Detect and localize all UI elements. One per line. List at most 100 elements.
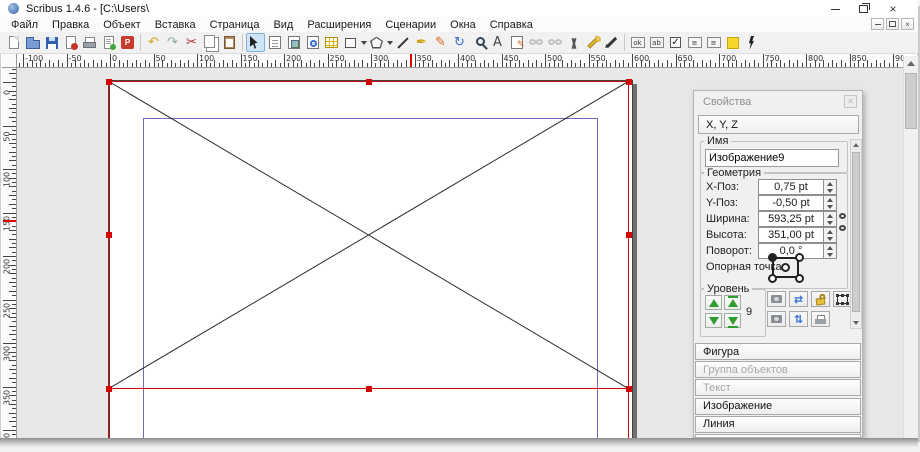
panel-scrollbar-thumb[interactable] bbox=[852, 152, 860, 312]
restore-button[interactable] bbox=[852, 2, 874, 16]
object-name-input[interactable] bbox=[705, 149, 839, 167]
child-minimize-button[interactable] bbox=[871, 18, 884, 30]
menu-item-2[interactable]: Объект bbox=[96, 19, 147, 31]
menu-item-4[interactable]: Страница bbox=[203, 19, 267, 31]
story-editor-button[interactable] bbox=[507, 33, 526, 52]
lower-level-button[interactable] bbox=[705, 313, 722, 328]
panel-scroll-up-icon[interactable] bbox=[851, 140, 861, 150]
tab-xyz[interactable]: X, Y, Z bbox=[698, 115, 859, 134]
menu-item-7[interactable]: Сценарии bbox=[378, 19, 443, 31]
child-restore-button[interactable] bbox=[886, 18, 899, 30]
link-text-frames-button[interactable] bbox=[526, 33, 545, 52]
selection-handle[interactable] bbox=[626, 232, 632, 238]
spin-up-icon[interactable] bbox=[827, 246, 833, 250]
insert-table-button[interactable] bbox=[322, 33, 341, 52]
lower-to-bottom-button[interactable] bbox=[724, 313, 741, 328]
insert-text-frame-button[interactable] bbox=[265, 33, 284, 52]
basepoint-top-right[interactable] bbox=[795, 253, 804, 262]
spin-up-icon[interactable] bbox=[827, 198, 833, 202]
pdf-text-field-button[interactable]: ab bbox=[647, 33, 666, 52]
unlink-text-frames-button[interactable] bbox=[545, 33, 564, 52]
redo-button[interactable]: ↷ bbox=[163, 33, 182, 52]
paste-button[interactable] bbox=[220, 33, 239, 52]
spin-down-icon[interactable] bbox=[827, 253, 833, 257]
menu-item-9[interactable]: Справка bbox=[483, 19, 540, 31]
pdf-list-box-button[interactable]: ≡ bbox=[704, 33, 723, 52]
save-document-button[interactable] bbox=[42, 33, 61, 52]
minimize-button[interactable] bbox=[824, 2, 846, 16]
flip-vertical-button[interactable]: ⇅ bbox=[789, 311, 808, 327]
menu-item-3[interactable]: Вставка bbox=[148, 19, 203, 31]
spin-down-icon[interactable] bbox=[827, 221, 833, 225]
panel-scrollbar[interactable] bbox=[850, 139, 862, 329]
open-document-button[interactable] bbox=[23, 33, 42, 52]
pdf-link-annotation-button[interactable] bbox=[742, 33, 761, 52]
measurements-button[interactable] bbox=[564, 33, 583, 52]
x-pos-spin-buttons[interactable] bbox=[823, 180, 836, 194]
spin-up-icon[interactable] bbox=[827, 182, 833, 186]
selection-handle[interactable] bbox=[106, 386, 112, 392]
x-pos-spinbox[interactable]: 0,75 pt bbox=[758, 179, 837, 195]
zoom-button[interactable] bbox=[469, 33, 488, 52]
preflight-verifier-button[interactable] bbox=[99, 33, 118, 52]
image-frame-edge-right[interactable] bbox=[628, 81, 629, 438]
menu-item-5[interactable]: Вид bbox=[266, 19, 300, 31]
pdf-push-button-button[interactable]: ok bbox=[628, 33, 647, 52]
close-document-button[interactable] bbox=[61, 33, 80, 52]
title-bar[interactable]: Scribus 1.4.6 - [C:\Users\ × bbox=[0, 0, 918, 17]
menu-item-1[interactable]: Правка bbox=[45, 19, 96, 31]
link-width-height-icon[interactable] bbox=[839, 211, 847, 237]
raise-to-top-button[interactable] bbox=[724, 295, 741, 310]
selection-handle[interactable] bbox=[366, 79, 372, 85]
section-shape[interactable]: Фигура bbox=[695, 343, 861, 360]
spin-down-icon[interactable] bbox=[827, 205, 833, 209]
print-object-button[interactable] bbox=[811, 311, 830, 327]
basepoint-bottom-left[interactable] bbox=[768, 274, 777, 283]
ruler-origin-box[interactable] bbox=[2, 54, 17, 68]
copy-properties-button[interactable] bbox=[583, 33, 602, 52]
pdf-text-annotation-button[interactable] bbox=[723, 33, 742, 52]
section-image[interactable]: Изображение bbox=[695, 398, 861, 415]
insert-image-frame-button[interactable] bbox=[284, 33, 303, 52]
panel-close-button[interactable]: ✕ bbox=[844, 95, 857, 108]
canvas-vertical-scrollbar[interactable] bbox=[903, 56, 918, 438]
insert-polygon-button[interactable] bbox=[367, 33, 386, 52]
menu-item-0[interactable]: Файл bbox=[4, 19, 45, 31]
selection-handle[interactable] bbox=[626, 386, 632, 392]
eyedropper-button[interactable] bbox=[602, 33, 621, 52]
selection-handle[interactable] bbox=[106, 232, 112, 238]
section-line[interactable]: Линия bbox=[695, 416, 861, 433]
insert-shape-dropdown[interactable] bbox=[360, 33, 367, 52]
basepoint-top-left[interactable] bbox=[768, 253, 777, 262]
save-as-pdf-button[interactable]: P bbox=[118, 33, 137, 52]
close-button[interactable]: × bbox=[882, 2, 904, 16]
selection-handle[interactable] bbox=[106, 79, 112, 85]
menu-item-6[interactable]: Расширения bbox=[300, 19, 378, 31]
spin-up-icon[interactable] bbox=[827, 214, 833, 218]
basepoint-center[interactable] bbox=[781, 263, 790, 272]
horizontal-ruler[interactable]: -100-50050100150200250300350400450500550… bbox=[17, 54, 903, 68]
spin-up-icon[interactable] bbox=[827, 230, 833, 234]
insert-freehand-button[interactable]: ✎ bbox=[431, 33, 450, 52]
width-spinbox[interactable]: 593,25 pt bbox=[758, 211, 837, 227]
photo-flip-horizontal-button[interactable] bbox=[767, 291, 786, 307]
child-close-button[interactable]: × bbox=[901, 18, 914, 30]
image-frame-edge-left[interactable] bbox=[108, 81, 109, 438]
spin-down-icon[interactable] bbox=[827, 189, 833, 193]
copy-button[interactable] bbox=[201, 33, 220, 52]
selection-handle[interactable] bbox=[366, 386, 372, 392]
menu-item-8[interactable]: Окна bbox=[443, 19, 483, 31]
panel-scroll-down-icon[interactable] bbox=[851, 318, 861, 328]
insert-shape-button[interactable] bbox=[341, 33, 360, 52]
raise-level-button[interactable] bbox=[705, 295, 722, 310]
rotation-spin-buttons[interactable] bbox=[823, 244, 836, 258]
scroll-up-button[interactable] bbox=[904, 56, 918, 71]
pdf-checkbox-button[interactable]: ✓ bbox=[666, 33, 685, 52]
rotate-item-button[interactable]: ↻ bbox=[450, 33, 469, 52]
insert-polygon-dropdown[interactable] bbox=[386, 33, 393, 52]
width-spin-buttons[interactable] bbox=[823, 212, 836, 226]
vertical-ruler[interactable]: 050100150200250300350400 bbox=[2, 68, 17, 438]
selection-handle[interactable] bbox=[626, 79, 632, 85]
insert-render-frame-button[interactable] bbox=[303, 33, 322, 52]
height-spinbox[interactable]: 351,00 pt bbox=[758, 227, 837, 243]
